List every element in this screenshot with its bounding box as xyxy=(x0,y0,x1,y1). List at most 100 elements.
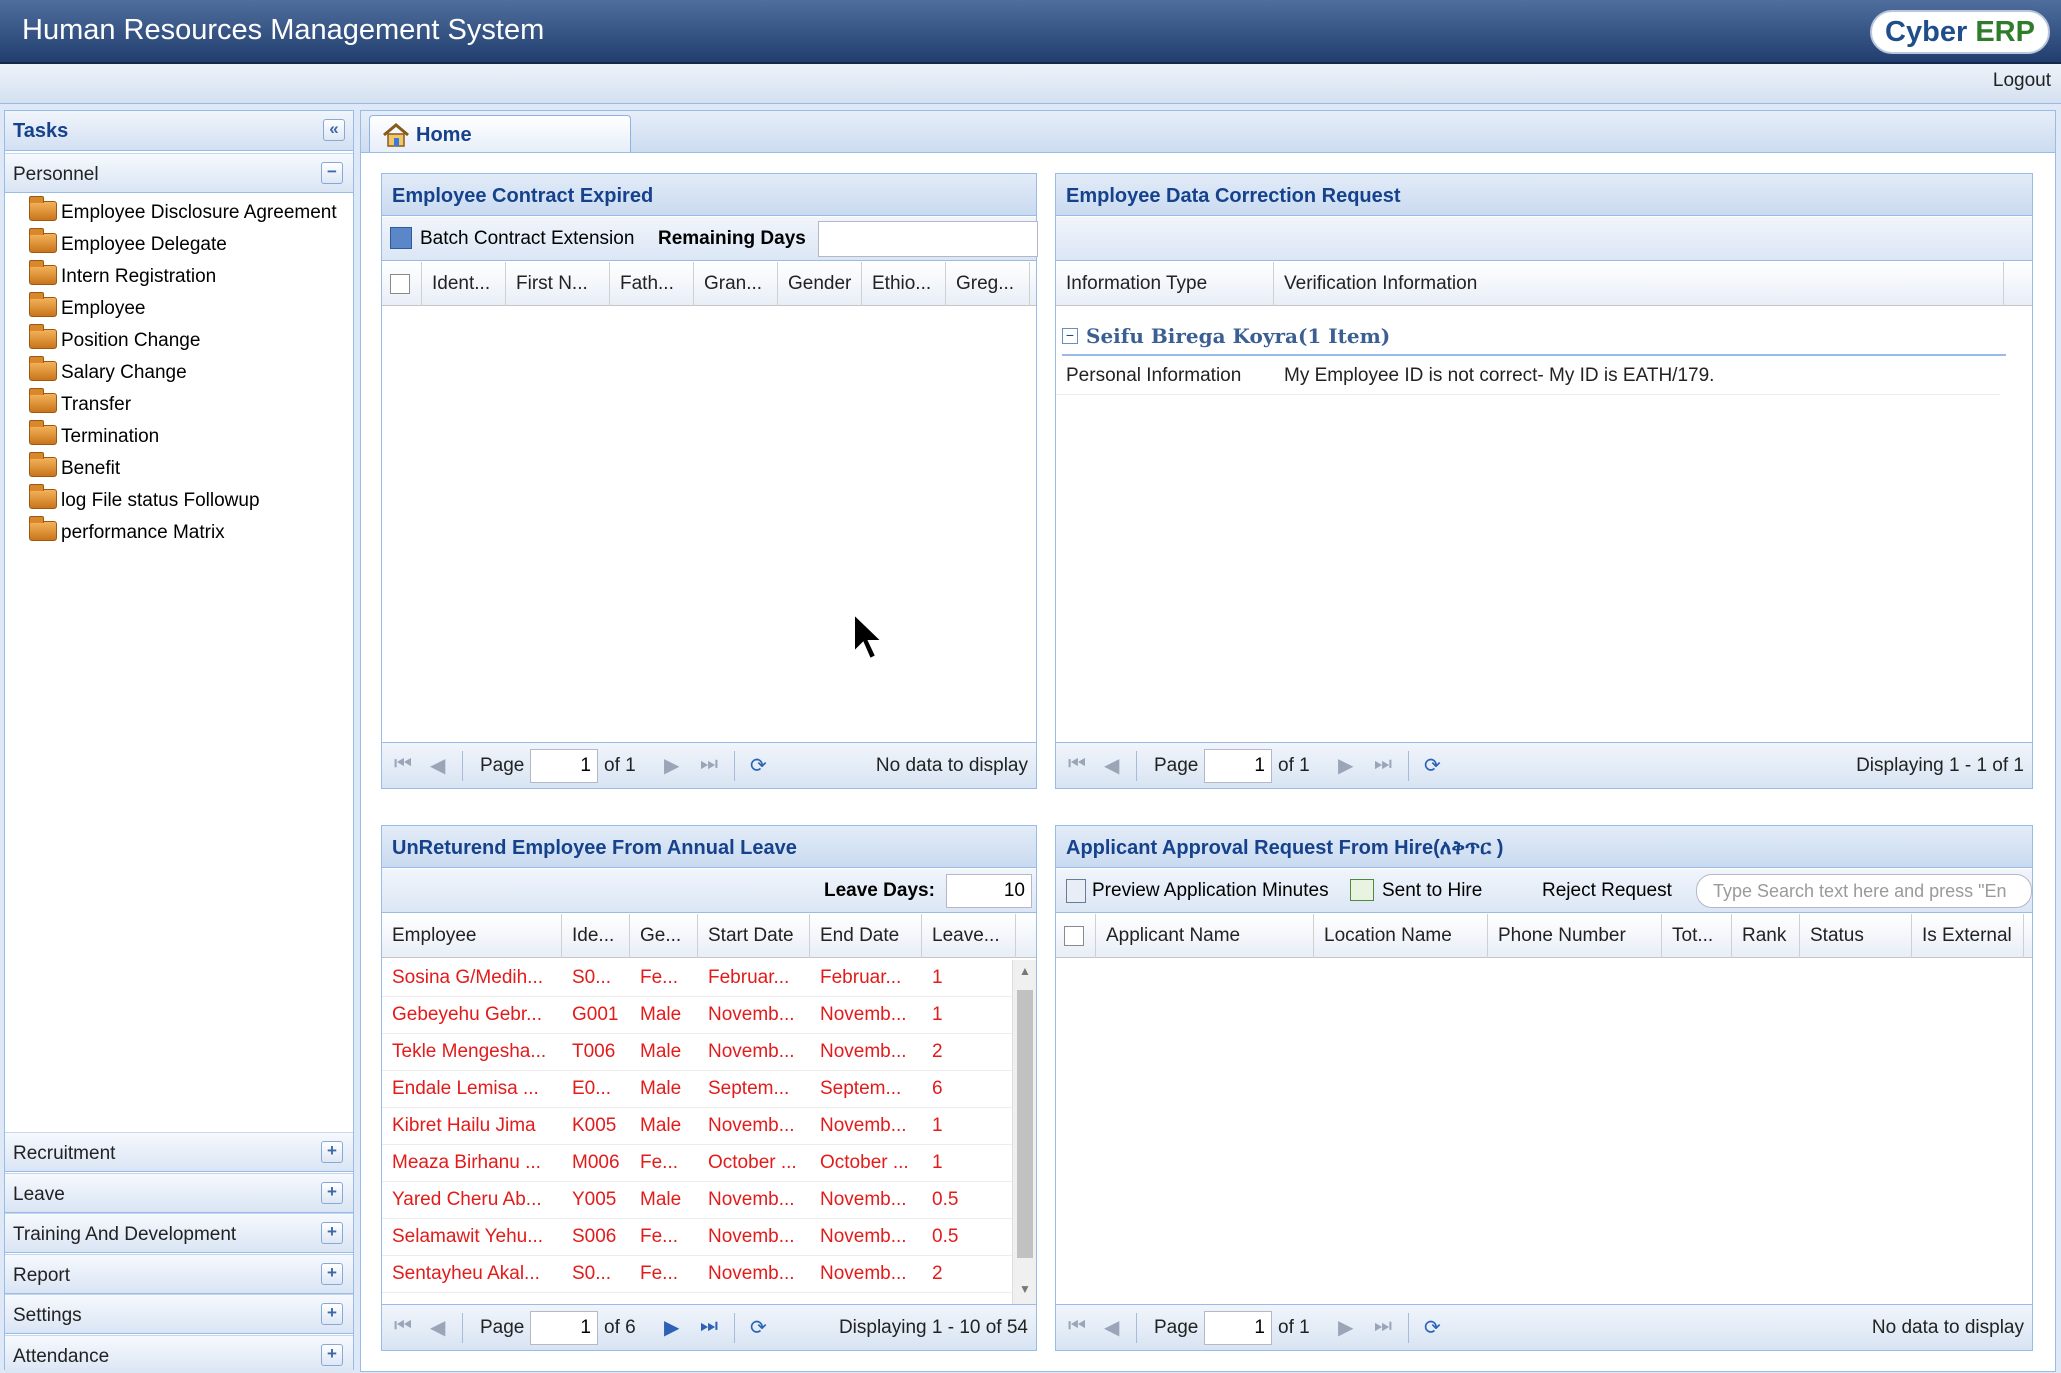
last-page-icon[interactable]: ⏭ xyxy=(700,753,718,776)
column-header[interactable]: Applicant Name xyxy=(1096,914,1314,958)
next-page-icon[interactable]: ▶ xyxy=(664,1315,679,1340)
page-input[interactable]: 1 xyxy=(530,749,598,783)
accordion-report[interactable]: Report + xyxy=(5,1254,353,1294)
column-header[interactable]: Ethio... xyxy=(862,262,946,306)
accordion-attendance[interactable]: Attendance + xyxy=(5,1335,353,1373)
first-page-icon[interactable]: ⏮ xyxy=(1068,1315,1086,1338)
scroll-up-icon[interactable]: ▲ xyxy=(1019,964,1031,978)
reject-request-button[interactable]: Reject Request xyxy=(1542,880,1672,902)
expand-icon[interactable]: + xyxy=(321,1222,343,1244)
tree-item[interactable]: log File status Followup xyxy=(29,484,337,517)
tab-home[interactable]: Home xyxy=(369,115,631,153)
tree-item[interactable]: Intern Registration xyxy=(29,260,337,293)
logout-link[interactable]: Logout xyxy=(1993,70,2051,92)
collapse-icon[interactable]: − xyxy=(321,162,343,184)
column-header[interactable]: Leave... xyxy=(922,914,1016,958)
refresh-icon[interactable]: ⟳ xyxy=(1424,753,1441,778)
refresh-icon[interactable]: ⟳ xyxy=(750,1315,767,1340)
column-header[interactable]: Location Name xyxy=(1314,914,1488,958)
page-input[interactable]: 1 xyxy=(530,1311,598,1345)
sent-to-hire-button[interactable]: Sent to Hire xyxy=(1382,880,1482,902)
page-input[interactable]: 1 xyxy=(1204,749,1272,783)
first-page-icon[interactable]: ⏮ xyxy=(394,1315,412,1338)
prev-page-icon[interactable]: ◀ xyxy=(430,1315,445,1340)
column-header[interactable]: Verification Information xyxy=(1274,262,2004,306)
tree-item[interactable]: Salary Change xyxy=(29,356,337,389)
select-all-checkbox[interactable] xyxy=(382,262,422,306)
first-page-icon[interactable]: ⏮ xyxy=(1068,753,1086,776)
expand-icon[interactable]: + xyxy=(321,1141,343,1163)
prev-page-icon[interactable]: ◀ xyxy=(1104,1315,1119,1340)
column-header[interactable]: Start Date xyxy=(698,914,810,958)
expand-icon[interactable]: + xyxy=(321,1344,343,1366)
column-header[interactable]: Employee xyxy=(382,914,562,958)
last-page-icon[interactable]: ⏭ xyxy=(1374,1315,1392,1338)
tree-item[interactable]: Employee Delegate xyxy=(29,228,337,261)
table-row[interactable]: Personal Information My Employee ID is n… xyxy=(1056,358,2000,395)
tree-item[interactable]: Benefit xyxy=(29,452,337,485)
refresh-icon[interactable]: ⟳ xyxy=(1424,1315,1441,1340)
accordion-recruitment[interactable]: Recruitment + xyxy=(5,1132,353,1172)
column-header[interactable]: Phone Number xyxy=(1488,914,1662,958)
next-page-icon[interactable]: ▶ xyxy=(1338,1315,1353,1340)
last-page-icon[interactable]: ⏭ xyxy=(700,1315,718,1338)
leave-days-input[interactable]: 10 xyxy=(946,874,1032,908)
column-header[interactable]: Tot... xyxy=(1662,914,1732,958)
expand-icon[interactable]: + xyxy=(321,1263,343,1285)
accordion-personnel[interactable]: Personnel − xyxy=(5,153,353,193)
column-header[interactable]: Rank xyxy=(1732,914,1800,958)
column-header[interactable]: Greg... xyxy=(946,262,1030,306)
tree-item[interactable]: Termination xyxy=(29,420,337,453)
accordion-training[interactable]: Training And Development + xyxy=(5,1213,353,1253)
select-all-checkbox[interactable] xyxy=(1056,914,1096,958)
table-row[interactable]: Meaza Birhanu ... M006 Fe... October ... Oct… xyxy=(382,1145,1012,1182)
last-page-icon[interactable]: ⏭ xyxy=(1374,753,1392,776)
column-header[interactable]: First N... xyxy=(506,262,610,306)
prev-page-icon[interactable]: ◀ xyxy=(1104,753,1119,778)
search-input[interactable]: Type Search text here and press "En xyxy=(1696,874,2032,908)
table-row[interactable]: Selamawit Yehu... S006 Fe... Novemb... Novem… xyxy=(382,1219,1012,1256)
folder-icon xyxy=(29,196,57,221)
accordion-leave[interactable]: Leave + xyxy=(5,1173,353,1213)
tree-item[interactable]: Position Change xyxy=(29,324,337,357)
refresh-icon[interactable]: ⟳ xyxy=(750,753,767,778)
column-header[interactable]: Fath... xyxy=(610,262,694,306)
collapse-sidebar-icon[interactable]: « xyxy=(323,119,345,141)
table-row[interactable]: Gebeyehu Gebr... G001 Male Novemb... Novemb.… xyxy=(382,997,1012,1034)
table-row[interactable]: Yared Cheru Ab... Y005 Male Novemb... Novemb… xyxy=(382,1182,1012,1219)
table-row[interactable]: Sosina G/Medih... S0... Fe... Februar... Feb… xyxy=(382,960,1012,997)
column-header[interactable]: Ident... xyxy=(422,262,506,306)
batch-contract-extension-button[interactable]: Batch Contract Extension xyxy=(420,228,634,250)
tree-item[interactable]: Employee Disclosure Agreement xyxy=(29,196,337,229)
vertical-scrollbar[interactable]: ▲ ▼ xyxy=(1012,960,1036,1304)
column-header[interactable]: Ge... xyxy=(630,914,698,958)
column-header[interactable]: Ide... xyxy=(562,914,630,958)
column-header[interactable]: End Date xyxy=(810,914,922,958)
expand-icon[interactable]: + xyxy=(321,1303,343,1325)
column-header[interactable]: Is External xyxy=(1912,914,2024,958)
next-page-icon[interactable]: ▶ xyxy=(664,753,679,778)
group-header[interactable]: − Seifu Birega Koyra(1 Item) xyxy=(1062,318,2006,356)
column-header[interactable]: Gender xyxy=(778,262,862,306)
preview-application-minutes-button[interactable]: Preview Application Minutes xyxy=(1092,880,1329,902)
table-row[interactable]: Tekle Mengesha... T006 Male Novemb... Novemb… xyxy=(382,1034,1012,1071)
tree-item[interactable]: Employee xyxy=(29,292,337,325)
table-row[interactable]: Sentayheu Akal... S0... Fe... Novemb... Nove… xyxy=(382,1256,1012,1293)
scrollbar-thumb[interactable] xyxy=(1017,990,1033,1258)
tree-item[interactable]: Transfer xyxy=(29,388,337,421)
prev-page-icon[interactable]: ◀ xyxy=(430,753,445,778)
column-header[interactable]: Gran... xyxy=(694,262,778,306)
remaining-days-input[interactable] xyxy=(818,221,1038,257)
expand-icon[interactable]: + xyxy=(321,1182,343,1204)
page-input[interactable]: 1 xyxy=(1204,1311,1272,1345)
first-page-icon[interactable]: ⏮ xyxy=(394,753,412,776)
column-header[interactable]: Information Type xyxy=(1056,262,1274,306)
accordion-settings[interactable]: Settings + xyxy=(5,1294,353,1334)
collapse-group-icon[interactable]: − xyxy=(1062,328,1078,344)
table-row[interactable]: Kibret Hailu Jima K005 Male Novemb... Novemb… xyxy=(382,1108,1012,1145)
column-header[interactable]: Status xyxy=(1800,914,1912,958)
tree-item[interactable]: performance Matrix xyxy=(29,516,337,549)
table-row[interactable]: Endale Lemisa ... E0... Male Septem... Septe… xyxy=(382,1071,1012,1108)
next-page-icon[interactable]: ▶ xyxy=(1338,753,1353,778)
scroll-down-icon[interactable]: ▼ xyxy=(1019,1282,1031,1296)
